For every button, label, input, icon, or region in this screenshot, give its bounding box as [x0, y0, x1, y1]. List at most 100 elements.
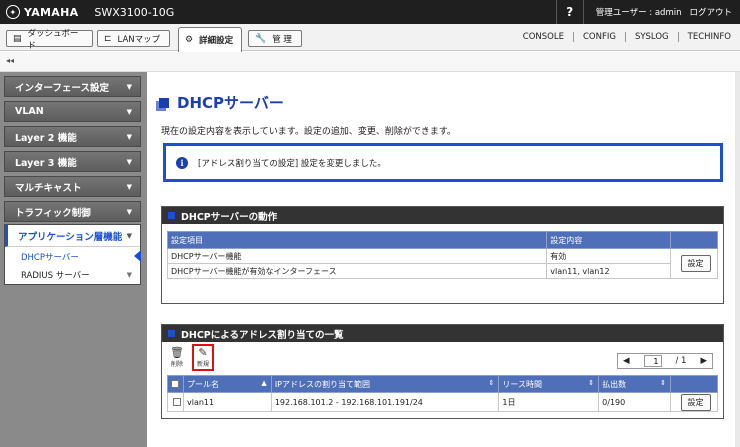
section-header: DHCPによるアドレス割り当ての一覧 [162, 325, 723, 342]
wrench-icon: 🔧 [255, 33, 267, 44]
lanmap-button[interactable]: ⊏ LANマップ [97, 30, 170, 47]
gear-icon: ⚙ [185, 35, 194, 45]
select-all-header [167, 375, 184, 393]
settings-button[interactable]: 設定 [680, 393, 711, 411]
page-description: 現在の設定内容を表示しています。設定の追加、変更、削除ができます。 [161, 127, 456, 137]
address-list-table: プール名 ▲ IPアドレスの割り当て範囲 ⇕ リース時間 ⇕ 払出数 ⇕ vla… [167, 375, 718, 412]
content-panel: DHCPサーバー 現在の設定内容を表示しています。設定の追加、変更、削除ができま… [147, 72, 735, 447]
table-row: vlan11 192.168.101.2 - 192.168.101.191/2… [167, 392, 718, 412]
sidebar-item-traffic[interactable]: トラフィック制御 ▼ [4, 201, 141, 222]
column-header-pool[interactable]: プール名 ▲ [182, 375, 272, 393]
title-square-icon [159, 97, 169, 108]
sidebar-item-application[interactable]: アプリケーション層機能 ▼ [5, 225, 140, 247]
column-header-label: IPアドレスの割り当て範囲 [274, 379, 370, 389]
setting-value-cell: vlan11, vlan12 [546, 263, 672, 279]
manage-button[interactable]: 🔧 管 理 [248, 30, 302, 47]
sidebar-item-label: Layer 2 機能 [15, 132, 77, 144]
nav-bar: ▤ ダッシュボード ⊏ LANマップ ⚙ 詳細設定 🔧 管 理 CONSOLE … [0, 24, 740, 52]
delete-label: 削除 [170, 361, 183, 368]
sidebar-group-application: アプリケーション層機能 ▼ DHCPサーバー RADIUS サーバー ▼ [4, 224, 141, 285]
sidebar: インターフェース設定 ▼ VLAN ▼ Layer 2 機能 ▼ Layer 3… [0, 72, 147, 447]
prev-page-icon[interactable]: ◀ [623, 356, 630, 366]
collapse-row: ◂◂ [0, 52, 740, 72]
column-header-range[interactable]: IPアドレスの割り当て範囲 ⇕ [270, 375, 500, 393]
chevron-down-icon: ▼ [126, 82, 132, 91]
sidebar-item-vlan[interactable]: VLAN ▼ [4, 101, 141, 122]
sidebar-subitem-dhcp-server[interactable]: DHCPサーバー [5, 247, 141, 266]
chevron-down-icon: ▼ [126, 207, 132, 216]
main-area: DHCPサーバー 現在の設定内容を表示しています。設定の追加、変更、削除ができま… [147, 72, 740, 447]
page-total: / 1 [675, 356, 687, 366]
row-checkbox[interactable] [172, 398, 181, 406]
config-link[interactable]: CONFIG [572, 32, 625, 42]
sidebar-item-label: Layer 3 機能 [15, 157, 77, 169]
table-row: DHCPサーバー機能が有効なインターフェース vlan11, vlan12 [166, 263, 718, 279]
page-title: DHCPサーバー [159, 92, 284, 113]
yamaha-logo: ✦ YAMAHA [0, 5, 78, 19]
column-header-count[interactable]: 払出数 ⇕ [598, 375, 672, 393]
top-bar: ✦ YAMAHA SWX3100-10G ? 管理ユーザー : admin ログ… [0, 0, 740, 24]
sidebar-item-layer2[interactable]: Layer 2 機能 ▼ [4, 126, 141, 147]
sort-asc-icon: ▲ [261, 378, 267, 387]
logout-link[interactable]: ログアウト [689, 6, 740, 18]
pagination: ◀ / 1 ▶ [617, 353, 713, 369]
row-select-cell [167, 392, 184, 412]
column-header [670, 231, 718, 249]
chevron-down-icon: ▼ [126, 157, 132, 166]
section-square-icon [168, 212, 175, 219]
sort-icon: ⇕ [488, 378, 495, 387]
sidebar-subitem-radius-server[interactable]: RADIUS サーバー ▼ [5, 265, 140, 284]
detail-settings-label: 詳細設定 [199, 36, 234, 46]
collapse-sidebar-icon[interactable]: ◂◂ [6, 56, 14, 65]
chevron-down-icon: ▼ [126, 270, 132, 279]
lanmap-label: LANマップ [117, 34, 161, 45]
column-header-label: プール名 [186, 379, 219, 389]
column-header [670, 375, 718, 393]
dashboard-label: ダッシュボード [27, 28, 79, 51]
settings-button[interactable]: 設定 [680, 255, 711, 272]
count-cell: 0/190 [598, 392, 672, 412]
dashboard-button[interactable]: ▤ ダッシュボード [6, 29, 93, 51]
lanmap-icon: ⊏ [104, 33, 112, 44]
edit-icon: ✎ [198, 346, 208, 359]
utility-links: CONSOLE CONFIG SYSLOG TECHINFO [514, 32, 740, 42]
chevron-down-icon: ▼ [126, 107, 132, 116]
pool-cell: vlan11 [182, 392, 272, 412]
sidebar-item-layer3[interactable]: Layer 3 機能 ▼ [4, 151, 141, 172]
page-title-text: DHCPサーバー [177, 94, 284, 112]
sort-icon: ⇕ [588, 378, 595, 387]
info-icon: i [176, 156, 188, 169]
column-header-label: 払出数 [602, 379, 627, 389]
console-link[interactable]: CONSOLE [514, 32, 573, 42]
trash-icon: 🗑 [170, 346, 184, 359]
column-header-lease[interactable]: リース時間 ⇕ [498, 375, 600, 393]
sidebar-item-interface[interactable]: インターフェース設定 ▼ [4, 76, 141, 97]
lease-cell: 1日 [498, 392, 600, 412]
sidebar-item-label: トラフィック制御 [15, 207, 91, 219]
page-number-input[interactable] [643, 355, 662, 367]
section-square-icon [168, 330, 175, 337]
help-button[interactable]: ? [555, 0, 584, 24]
setting-value-cell: 有効 [546, 248, 672, 264]
user-label: 管理ユーザー : admin [595, 8, 682, 18]
sidebar-item-multicast[interactable]: マルチキャスト ▼ [4, 176, 141, 197]
notice-box: i [アドレス割り当ての設定] 設定を変更しました。 [163, 143, 723, 182]
column-header: 設定項目 [166, 231, 548, 249]
dashboard-icon: ▤ [13, 33, 22, 44]
next-page-icon[interactable]: ▶ [700, 356, 707, 366]
select-all-checkbox[interactable] [171, 380, 179, 388]
setting-item-cell: DHCPサーバー機能が有効なインターフェース [166, 263, 548, 279]
sort-icon: ⇕ [660, 378, 667, 387]
delete-button[interactable]: 🗑 削除 [170, 346, 184, 369]
sidebar-subitem-label: RADIUS サーバー [21, 270, 90, 281]
section-title: DHCPサーバーの動作 [181, 211, 278, 223]
syslog-link[interactable]: SYSLOG [624, 32, 678, 42]
tab-detail-settings[interactable]: ⚙ 詳細設定 [178, 27, 242, 52]
dhcp-address-list-section: DHCPによるアドレス割り当ての一覧 🗑 削除 ✎ 新規 ◀ / 1 ▶ [161, 324, 724, 419]
column-header-label: リース時間 [502, 379, 543, 389]
sidebar-item-label: インターフェース設定 [15, 82, 109, 94]
new-button[interactable]: ✎ 新規 [192, 344, 215, 371]
action-cell: 設定 [670, 392, 718, 412]
table-row: DHCPサーバー機能 有効 設定 [166, 248, 718, 279]
techinfo-link[interactable]: TECHINFO [677, 32, 740, 42]
